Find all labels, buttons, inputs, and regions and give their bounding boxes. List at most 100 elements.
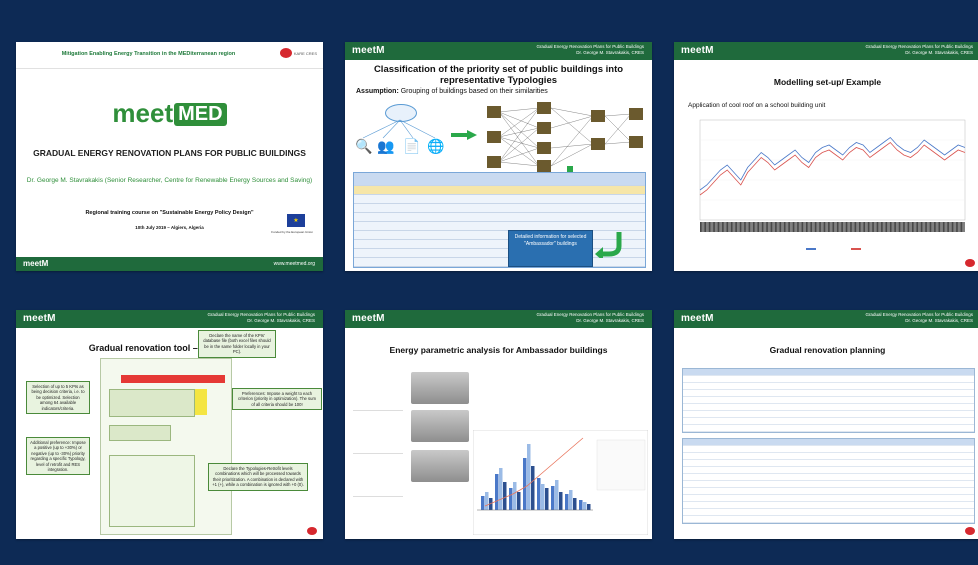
bar-1-7 [565, 494, 569, 510]
slide-header: meetM Gradual Energy Renovation Plans fo… [345, 310, 652, 328]
kpi-table [109, 389, 195, 417]
renovation-plan-table-2 [682, 438, 975, 524]
slide-header: Mitigation Enabling Energy Transition in… [16, 42, 323, 69]
bar-2-4 [527, 444, 531, 510]
bar-1-5 [537, 478, 541, 510]
slide-title: Energy parametric analysis for Ambassado… [389, 345, 608, 355]
bar-3-8 [587, 504, 591, 510]
spreadsheet-preview [100, 358, 232, 535]
bar-3-6 [559, 492, 563, 510]
weight-column [195, 389, 207, 415]
bar-1-2 [495, 474, 499, 510]
bar-3-5 [545, 488, 549, 510]
kares-logo-icon [279, 48, 292, 58]
slide-thumbnail-4[interactable]: meetM Gradual Energy Renovation Plans fo… [16, 310, 323, 539]
bar-2-6 [555, 480, 559, 510]
globe-icon: 🌐 [427, 138, 445, 154]
document-icon: 📄 [403, 138, 421, 154]
energy-bar-chart [473, 430, 648, 535]
course-name: Regional training course on "Sustainable… [85, 210, 254, 216]
slide-header: meetM Gradual Energy Renovation Plans fo… [345, 42, 652, 60]
slide-thumbnail-5[interactable]: meetM Gradual Energy Renovation Plans fo… [345, 310, 652, 539]
slide-title: Classification of the priority set of pu… [373, 64, 624, 86]
slide-header: meetM Gradual Energy Renovation Plans fo… [674, 42, 978, 60]
bar-2-3 [513, 482, 517, 510]
plot-area [699, 119, 966, 221]
legend-swatch-1 [806, 248, 816, 250]
temperature-line-chart [699, 119, 966, 250]
slide-meta: Gradual Energy Renovation Plans for Publ… [536, 44, 644, 55]
slide-title: Modelling set-up/ Example [773, 77, 882, 87]
building-model-3 [411, 450, 469, 482]
meetmed-logo: meetM [352, 313, 385, 324]
bar-1-6 [551, 486, 555, 510]
legend-swatch-2 [851, 248, 861, 250]
presentation-title: GRADUAL ENERGY RENOVATION PLANS FOR PUBL… [33, 148, 306, 158]
building-model-2 [411, 410, 469, 442]
bar-2-1 [485, 492, 489, 510]
slide-meta: Gradual Energy Renovation Plans for Publ… [536, 312, 644, 323]
network-diagram [487, 102, 643, 172]
eu-flag-icon: ★ [287, 214, 305, 227]
curved-arrow-icon [595, 232, 622, 258]
magnifier-icon: 🔍 [355, 138, 373, 154]
slide-subtitle: Application of cool roof on a school bui… [688, 102, 826, 109]
slide-thumbnail-2[interactable]: meetM Gradual Energy Renovation Plans fo… [345, 42, 652, 271]
kares-footer-logo [307, 527, 317, 535]
preference-table [109, 425, 171, 441]
meetmed-logo: meet MED [16, 98, 323, 129]
bar-3-2 [503, 482, 507, 510]
meetmed-logo: meetM [352, 45, 385, 56]
website-url: www.meetmed.org [273, 261, 315, 267]
slide-header: meetM Gradual Energy Renovation Plans fo… [674, 310, 978, 328]
concept-diagram: 🔍 👥 📄 🌐 [353, 104, 447, 164]
slide-thumbnail-6[interactable]: meetM Gradual Energy Renovation Plans fo… [674, 310, 978, 539]
bar-3-4 [531, 466, 535, 510]
bar-1-1 [481, 496, 485, 510]
bar-1-3 [509, 488, 513, 510]
people-icon: 👥 [377, 138, 395, 154]
project-title: Mitigation Enabling Energy Transition in… [61, 51, 236, 57]
assumption-text: Assumption: Grouping of buildings based … [356, 88, 548, 95]
slide-title: Gradual renovation planning [769, 345, 886, 355]
slide-meta: Gradual Energy Renovation Plans for Publ… [207, 312, 315, 323]
meetmed-logo: meetM [23, 313, 56, 324]
detailed-info-callout: Detailed information for selected "Ambas… [508, 230, 593, 267]
x-axis-tick-band [700, 222, 965, 232]
slide-thumbnail-1[interactable]: Mitigation Enabling Energy Transition in… [16, 42, 323, 271]
slide-meta: Gradual Energy Renovation Plans for Publ… [865, 312, 973, 323]
bar-1-8 [579, 500, 583, 510]
building-model-1 [411, 372, 469, 404]
bar-2-2 [499, 468, 503, 510]
kares-logo: KARE CRES [279, 48, 317, 58]
combination-table [109, 455, 195, 527]
chart-legend [596, 439, 646, 491]
note-kpi-selection: Selection of up to 5 KPIs as being decis… [26, 381, 90, 415]
slide-footer: meetM www.meetmed.org [16, 257, 323, 271]
footer-logo: meetM [23, 259, 49, 268]
bar-2-7 [569, 490, 573, 510]
bar-1-4 [523, 458, 527, 510]
date-location: 10th July 2019 – Algiers, Algeria [135, 225, 204, 230]
eu-funding-text: Funded by the European Union [271, 230, 313, 234]
arrow-right-icon [451, 130, 477, 140]
kares-footer-logo [965, 259, 975, 267]
slide-thumbnail-3[interactable]: meetM Gradual Energy Renovation Plans fo… [674, 42, 978, 271]
meetmed-logo: meetM [681, 45, 714, 56]
slide-header: meetM Gradual Energy Renovation Plans fo… [16, 310, 323, 328]
red-input-bar [121, 375, 225, 383]
bar-2-8 [583, 502, 587, 510]
note-typology-combinations: Declare the Typologies-Retrofit levels c… [208, 463, 308, 491]
kares-footer-logo [965, 527, 975, 535]
note-database-file: Declare the name of the KPIs' database f… [198, 330, 276, 358]
building-description-column [353, 368, 403, 536]
slide-meta: Gradual Energy Renovation Plans for Publ… [865, 44, 973, 55]
bar-3-3 [517, 492, 521, 510]
renovation-plan-table-1 [682, 368, 975, 433]
author: Dr. George M. Stavrakakis (Senior Resear… [26, 177, 313, 184]
meetmed-logo: meetM [681, 313, 714, 324]
note-additional-preference: Additional preference: Impose a positive… [26, 437, 90, 476]
bar-3-7 [573, 498, 577, 510]
note-preferences: Preferences: Impose a weight to each cri… [232, 388, 322, 411]
bar-2-5 [541, 484, 545, 510]
